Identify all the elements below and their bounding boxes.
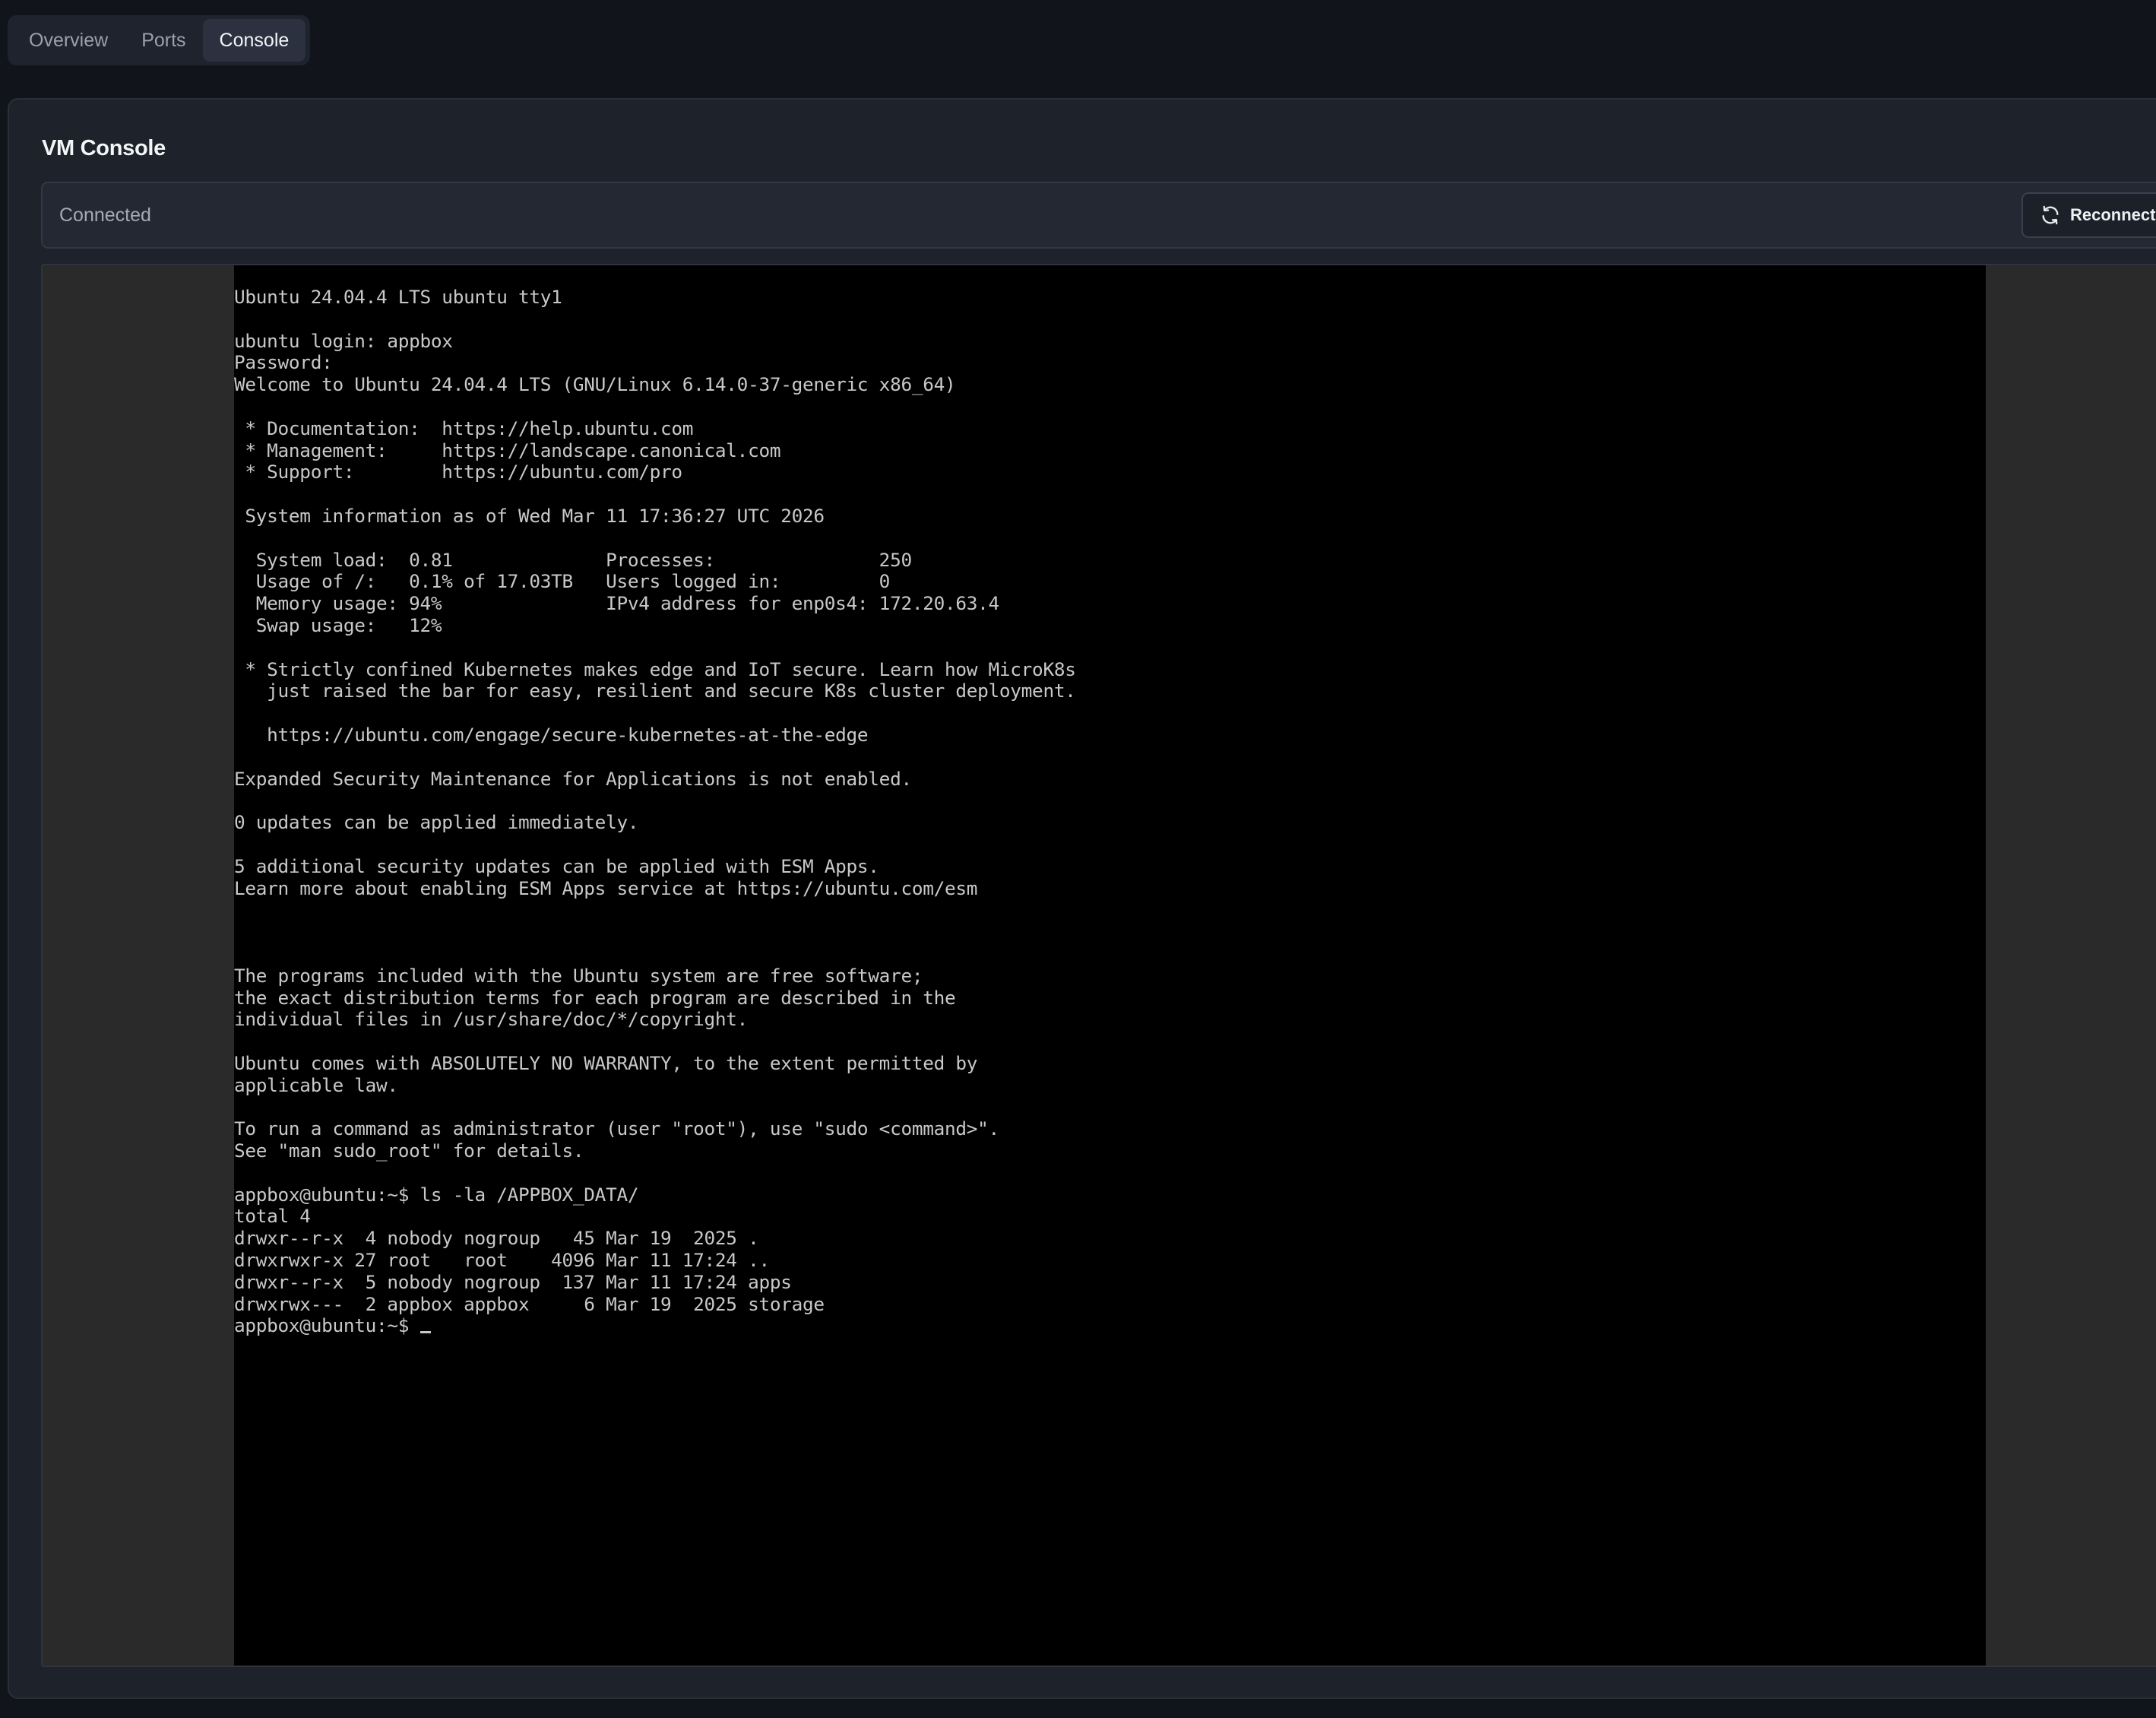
terminal-line: See "man sudo_root" for details. [234,1140,584,1162]
terminal-line: * Support: https://ubuntu.com/pro [245,461,682,483]
tab-bar: Overview Ports Console [8,15,311,65]
terminal-line: Usage of /: 0.1% of 17.03TB Users logged… [255,570,891,593]
tab-ports[interactable]: Ports [125,19,202,62]
vm-screen[interactable]: Ubuntu 24.04.4 LTS ubuntu tty1 ubuntu lo… [234,265,1986,1666]
console-viewport: Ubuntu 24.04.4 LTS ubuntu tty1 ubuntu lo… [41,264,2156,1667]
terminal-line: applicable law. [234,1073,398,1096]
terminal-line: drwxrwx--- 2 appbox appbox 6 Mar 19 2025… [234,1292,825,1315]
terminal-line: * Documentation: https://help.ubuntu.com [245,417,694,439]
vm-console-card: VM Console Connected Reconnect Ubuntu 24… [8,98,2156,1699]
terminal-line: drwxrwxr-x 27 root root 4096 Mar 11 17:2… [234,1249,770,1272]
terminal-line: Welcome to Ubuntu 24.04.4 LTS (GNU/Linux… [234,373,956,396]
terminal-line: Learn more about enabling ESM Apps servi… [234,876,978,899]
terminal-line: appbox@ubuntu:~$ ls -la /APPBOX_DATA/ [234,1183,639,1206]
terminal-line: Ubuntu comes with ABSOLUTELY NO WARRANTY… [234,1051,978,1074]
terminal-line: individual files in /usr/share/doc/*/cop… [234,1008,749,1031]
reconnect-button[interactable]: Reconnect [2021,192,2156,238]
terminal-line: drwxr--r-x 4 nobody nogroup 45 Mar 19 20… [234,1227,759,1250]
connection-status: Connected [59,204,151,226]
terminal-line: https://ubuntu.com/engage/secure-kuberne… [267,723,869,746]
terminal-line: System load: 0.81 Processes: 250 [255,548,912,571]
terminal-line: The programs included with the Ubuntu sy… [234,964,923,987]
card-title: VM Console [42,136,166,160]
terminal-line: total 4 [234,1205,311,1228]
terminal-line: Ubuntu 24.04.4 LTS ubuntu tty1 [234,286,562,308]
terminal-line: Memory usage: 94% IPv4 address for enp0s… [255,592,999,615]
terminal-line: just raised the bar for easy, resilient … [267,680,1076,702]
terminal-lines: Ubuntu 24.04.4 LTS ubuntu tty1 ubuntu lo… [234,286,1076,1315]
terminal-line: To run a command as administrator (user … [234,1117,999,1140]
terminal-cursor [419,1331,431,1334]
reconnect-label: Reconnect [2070,205,2156,224]
connection-status-bar: Connected Reconnect [41,182,2156,249]
terminal-line: * Strictly confined Kubernetes makes edg… [245,658,1076,680]
tab-overview[interactable]: Overview [12,19,125,62]
terminal-prompt: appbox@ubuntu:~$ [234,1314,420,1337]
terminal-output: Ubuntu 24.04.4 LTS ubuntu tty1 ubuntu lo… [234,286,1076,1337]
terminal-line: Expanded Security Maintenance for Applic… [234,767,912,790]
tab-console[interactable]: Console [202,19,306,62]
refresh-icon [2042,205,2059,225]
terminal-line: ubuntu login: appbox [234,329,453,352]
terminal-line: 5 additional security updates can be app… [234,854,879,877]
terminal-line: * Management: https://landscape.canonica… [245,439,781,461]
terminal-line: Swap usage: 12% [255,613,442,636]
terminal-line: 0 updates can be applied immediately. [234,811,639,834]
terminal-line: Password: [234,351,333,374]
terminal-line: the exact distribution terms for each pr… [234,986,956,1009]
terminal-line: drwxr--r-x 5 nobody nogroup 137 Mar 11 1… [234,1270,792,1293]
terminal-line: System information as of Wed Mar 11 17:3… [245,504,825,527]
